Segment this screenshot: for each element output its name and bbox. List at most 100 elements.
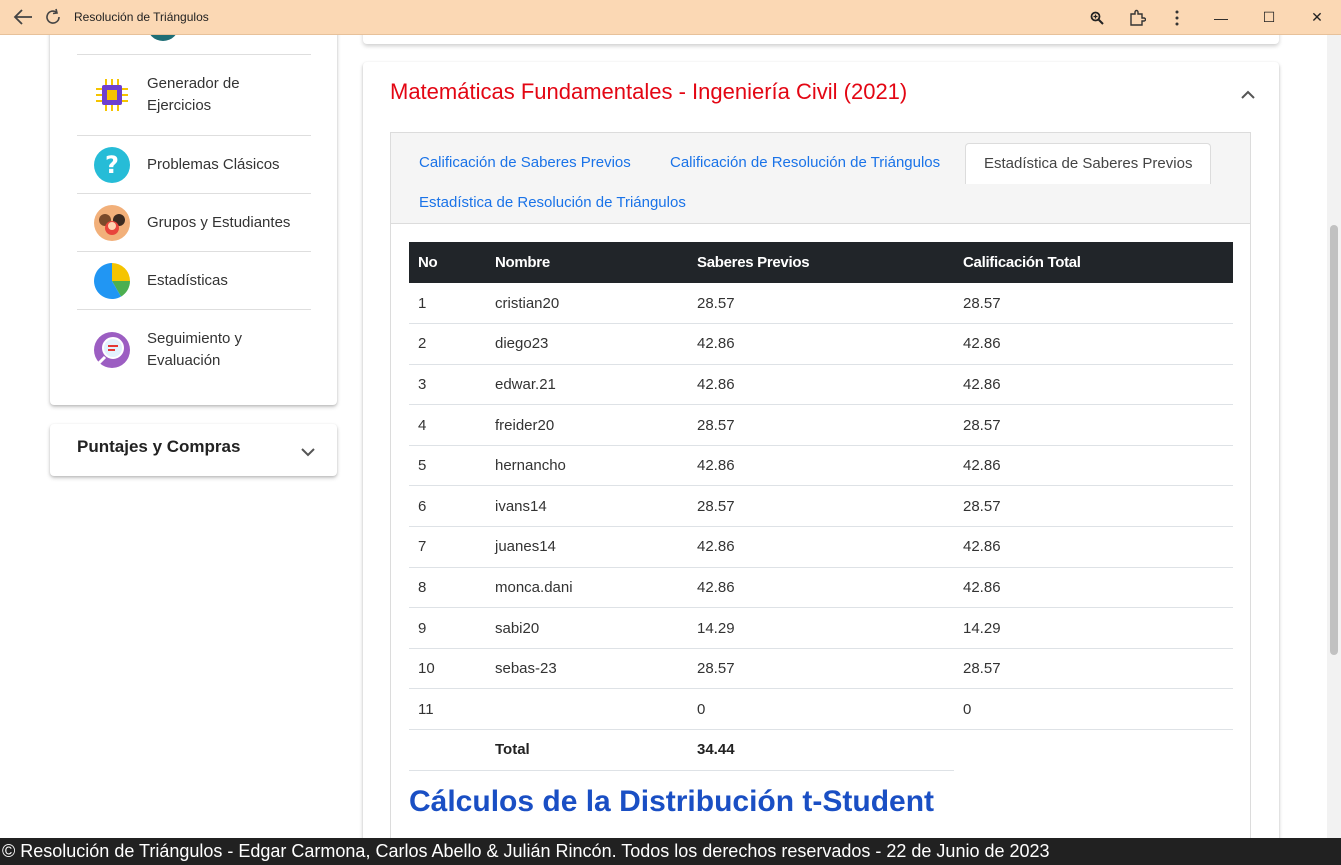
cell: 0 <box>688 688 954 731</box>
cell: ivans14 <box>486 485 688 528</box>
header-no: No <box>409 242 486 283</box>
table-row: 9 sabi20 14.29 14.29 <box>409 607 1233 649</box>
svg-text:?: ? <box>105 151 119 179</box>
cell: 10 <box>409 648 486 690</box>
cell: 5 <box>409 445 486 487</box>
cell: 42.86 <box>688 364 954 406</box>
accordion-title: Puntajes y Compras <box>77 437 241 456</box>
sidebar-item-label: Grupos y Estudiantes <box>147 213 291 231</box>
tab-calificacion-saberes[interactable]: Calificación de Saberes Previos <box>401 143 649 183</box>
sidebar-item-generador[interactable]: Generador de Ejercicios <box>77 54 311 135</box>
cell: 28.57 <box>688 485 954 528</box>
cell: 7 <box>409 526 486 568</box>
cell: 14.29 <box>688 607 954 649</box>
cell: monca.dani <box>486 567 688 609</box>
sidebar-item-estadisticas[interactable]: Estadísticas <box>77 251 311 309</box>
table-header-row: No Nombre Saberes Previos Calificación T… <box>409 242 1233 283</box>
tab-estadistica-saberes[interactable]: Estadística de Saberes Previos <box>965 143 1212 184</box>
maximize-button[interactable]: ☐ <box>1245 0 1293 35</box>
table-row: 5 hernancho 42.86 42.86 <box>409 445 1233 487</box>
sidebar-menu: Generador de Ejercicios ? Problemas Clás… <box>77 54 311 389</box>
cell: 1 <box>409 283 486 325</box>
sidebar-card: Generador de Ejercicios ? Problemas Clás… <box>50 35 337 405</box>
question-icon: ? <box>93 146 131 184</box>
cell: juanes14 <box>486 526 688 568</box>
cell: 2 <box>409 323 486 365</box>
more-menu-icon[interactable] <box>1157 0 1197 35</box>
total-label: Total <box>486 729 688 771</box>
cell: 28.57 <box>954 648 1233 690</box>
cell: 42.86 <box>954 445 1233 487</box>
sidebar-item-grupos[interactable]: Grupos y Estudiantes <box>77 193 311 251</box>
window-title: Resolución de Triángulos <box>74 10 209 24</box>
cell: hernancho <box>486 445 688 487</box>
tab-calificacion-resolucion[interactable]: Calificación de Resolución de Triángulos <box>652 143 958 183</box>
cell <box>954 730 1233 771</box>
cell: 28.57 <box>954 283 1233 325</box>
cell: 6 <box>409 485 486 528</box>
cell: sebas-23 <box>486 648 688 690</box>
zoom-icon[interactable] <box>1077 0 1117 35</box>
cell: 28.57 <box>954 485 1233 528</box>
minimize-button[interactable]: — <box>1197 0 1245 35</box>
cell: freider20 <box>486 404 688 446</box>
close-button[interactable]: ✕ <box>1293 0 1341 35</box>
table-row: 6 ivans14 28.57 28.57 <box>409 485 1233 528</box>
cell: 0 <box>954 688 1233 731</box>
stats-table: No Nombre Saberes Previos Calificación T… <box>409 242 1233 771</box>
partial-icon <box>150 35 176 41</box>
scrollbar-thumb[interactable] <box>1330 225 1338 655</box>
pie-chart-icon <box>93 262 131 300</box>
course-card: Matemáticas Fundamentales - Ingeniería C… <box>363 62 1279 838</box>
cell: 42.86 <box>954 323 1233 365</box>
cell: 3 <box>409 364 486 406</box>
footer: © Resolución de Triángulos - Edgar Carmo… <box>0 838 1341 865</box>
cell: 28.57 <box>688 648 954 690</box>
cell: 28.57 <box>688 283 954 325</box>
cell: 42.86 <box>688 567 954 609</box>
magnifier-icon <box>93 331 131 369</box>
tab-estadistica-resolucion[interactable]: Estadística de Resolución de Triángulos <box>401 183 704 223</box>
header-calificacion: Calificación Total <box>954 242 1233 283</box>
cell: sabi20 <box>486 607 688 649</box>
table-row: 3 edwar.21 42.86 42.86 <box>409 364 1233 406</box>
extensions-icon[interactable] <box>1117 0 1157 35</box>
cell <box>486 688 688 731</box>
chevron-up-icon[interactable] <box>1241 86 1255 104</box>
cell: 4 <box>409 404 486 446</box>
header-saberes: Saberes Previos <box>688 242 954 283</box>
header-nombre: Nombre <box>486 242 688 283</box>
cell: 28.57 <box>954 404 1233 446</box>
page-scrollbar[interactable] <box>1327 35 1341 838</box>
chevron-down-icon[interactable] <box>301 444 315 462</box>
sidebar-item-label: Seguimiento y Evaluación <box>147 329 243 369</box>
cell: 14.29 <box>954 607 1233 649</box>
tabs-panel: Calificación de Saberes Previos Califica… <box>390 132 1251 838</box>
window-titlebar: Resolución de Triángulos — ☐ ✕ <box>0 0 1341 35</box>
sidebar-item-problemas[interactable]: ? Problemas Clásicos <box>77 135 311 193</box>
back-icon[interactable] <box>8 0 38 35</box>
total-value: 34.44 <box>688 729 954 771</box>
cell: 28.57 <box>688 404 954 446</box>
chip-icon <box>93 76 131 114</box>
table-total-row: Total 34.44 <box>409 729 1233 771</box>
course-title: Matemáticas Fundamentales - Ingeniería C… <box>390 79 908 104</box>
cell: 42.86 <box>954 567 1233 609</box>
cell <box>409 729 486 771</box>
puntajes-accordion[interactable]: Puntajes y Compras <box>50 424 337 476</box>
table-row: 7 juanes14 42.86 42.86 <box>409 526 1233 568</box>
cell: 42.86 <box>688 323 954 365</box>
cell: cristian20 <box>486 283 688 325</box>
cell: 42.86 <box>688 526 954 568</box>
previous-card <box>363 35 1279 44</box>
sidebar-item-seguimiento[interactable]: Seguimiento y Evaluación <box>77 309 311 389</box>
cell: 42.86 <box>688 445 954 487</box>
table-row: 4 freider20 28.57 28.57 <box>409 404 1233 446</box>
section-title: Cálculos de la Distribución t-Student <box>409 785 935 818</box>
cell: edwar.21 <box>486 364 688 406</box>
reload-icon[interactable] <box>38 0 68 35</box>
sidebar-item-label: Generador de Ejercicios <box>147 75 240 114</box>
table-row: 8 monca.dani 42.86 42.86 <box>409 567 1233 609</box>
table-row: 11 0 0 <box>409 688 1233 731</box>
students-icon <box>93 204 131 242</box>
